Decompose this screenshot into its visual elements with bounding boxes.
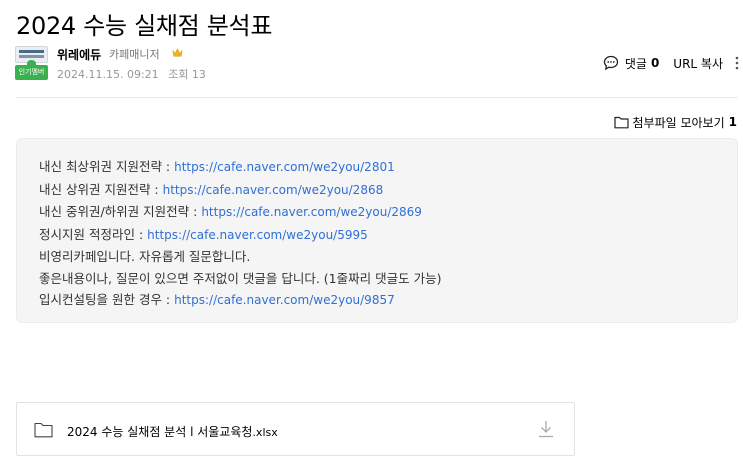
post-content: 내신 최상위권 지원전략 : https://cafe.naver.com/we… xyxy=(16,138,738,323)
comment-bubble-icon[interactable] xyxy=(603,55,619,71)
author-nickname[interactable]: 위레에듀 xyxy=(57,46,101,63)
content-line: 입시컨설팅을 원한 경우 : https://cafe.naver.com/we… xyxy=(39,292,395,307)
content-link[interactable]: https://cafe.naver.com/we2you/2801 xyxy=(174,160,395,174)
content-line: 내신 상위권 지원전략 : https://cafe.naver.com/we2… xyxy=(39,181,384,197)
post-title: 2024 수능 실채점 분석표 xyxy=(16,12,273,40)
author-role: 카페매니저 xyxy=(109,48,160,61)
member-badge: 인기멤버 xyxy=(15,65,48,80)
content-link[interactable]: https://cafe.naver.com/we2you/5995 xyxy=(147,228,368,242)
attachments-collect-label: 첨부파일 모아보기 xyxy=(632,115,725,130)
content-link[interactable]: https://cafe.naver.com/we2you/2868 xyxy=(163,183,384,197)
content-link[interactable]: https://cafe.naver.com/we2you/2869 xyxy=(201,205,422,219)
content-line: 내신 최상위권 지원전략 : https://cafe.naver.com/we… xyxy=(39,159,395,174)
crown-icon xyxy=(172,48,183,57)
post-date: 2024.11.15. 09:21 xyxy=(57,68,159,81)
url-copy-button[interactable]: URL 복사 xyxy=(673,55,723,72)
attachments-collect-button[interactable]: 첨부파일 모아보기 1 xyxy=(613,114,737,130)
post-actions: 댓글 0 URL 복사 xyxy=(603,54,739,72)
folder-icon xyxy=(34,422,53,438)
content-line: 비영리카페입니다. 자유롭게 질문합니다. xyxy=(39,249,251,264)
avatar[interactable]: 인기멤버 xyxy=(15,46,48,82)
header-divider xyxy=(16,97,738,98)
content-line: 정시지원 적정라인 : https://cafe.naver.com/we2yo… xyxy=(39,226,368,242)
attachments-count: 1 xyxy=(728,115,737,129)
comment-button[interactable]: 댓글 xyxy=(625,55,647,72)
file-extension: .xlsx xyxy=(252,426,278,439)
attached-file[interactable]: 2024 수능 실채점 분석 l 서울교육청.xlsx xyxy=(16,402,575,456)
author-info: 인기멤버 위레에듀 카페매니저 2024.11.15. 09:21 조회 13 … xyxy=(15,46,743,82)
folder-icon xyxy=(613,116,629,128)
more-vertical-icon[interactable] xyxy=(735,56,739,70)
file-name[interactable]: 2024 수능 실채점 분석 l 서울교육청.xlsx xyxy=(67,423,278,440)
content-link[interactable]: https://cafe.naver.com/we2you/9857 xyxy=(174,293,395,307)
comment-count: 0 xyxy=(650,56,660,70)
post-meta: 2024.11.15. 09:21 조회 13 xyxy=(57,66,212,82)
post-views: 조회 13 xyxy=(168,68,206,81)
content-line: 내신 중위권/하위권 지원전략 : https://cafe.naver.com… xyxy=(39,204,422,219)
download-icon[interactable] xyxy=(538,420,554,438)
content-line: 좋은내용이나, 질문이 있으면 주저없이 댓글을 답니다. (1줄짜리 댓글도 … xyxy=(39,270,442,286)
